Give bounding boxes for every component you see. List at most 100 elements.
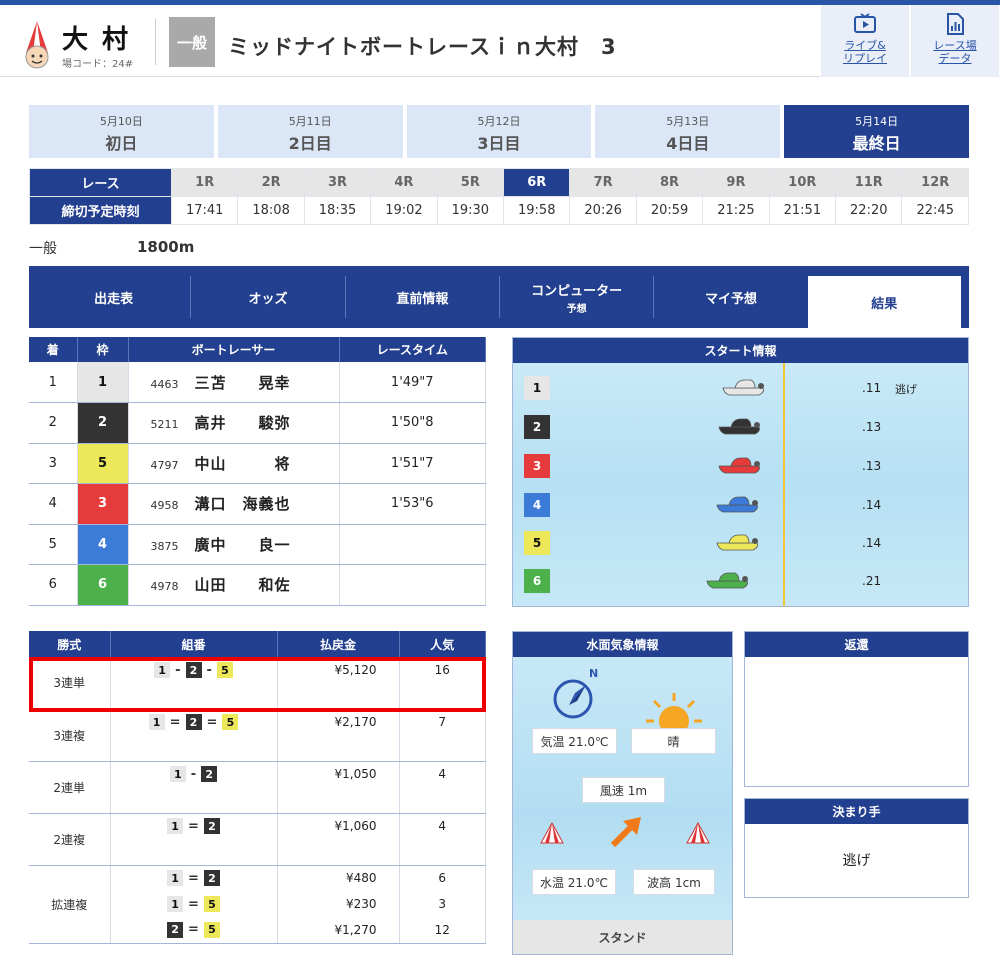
combination-cell: 2 = 5 xyxy=(110,917,278,944)
combination-cell: 1-2 xyxy=(110,761,278,787)
col-place: 着 xyxy=(29,337,78,362)
col-popularity: 人気 xyxy=(399,631,486,657)
tab-results[interactable]: 結果 xyxy=(807,276,961,328)
col-payout: 払戻金 xyxy=(277,631,400,657)
day-tab-3[interactable]: 5月12日 3日目 xyxy=(406,105,592,158)
tab-pre-race-info[interactable]: 直前情報 xyxy=(346,276,500,318)
air-temperature: 気温 21.0℃ xyxy=(532,728,617,754)
boat-icon xyxy=(722,379,764,396)
race-button-6[interactable]: 6R xyxy=(503,168,571,197)
racer-cell[interactable]: 5211 高井 駿弥 xyxy=(128,402,340,444)
highlight-box xyxy=(29,657,486,712)
race-button-5[interactable]: 5R xyxy=(436,168,505,197)
tab-entries[interactable]: 出走表 xyxy=(37,276,192,318)
live-replay-label-2: リプレイ xyxy=(843,52,887,65)
tab-label: マイ予想 xyxy=(704,291,757,307)
tab-my-prediction[interactable]: マイ予想 xyxy=(654,276,807,318)
result-row: 2 2 5211 高井 駿弥 1'50"8 xyxy=(29,402,486,444)
empty-cell xyxy=(277,735,400,762)
race-button-4[interactable]: 4R xyxy=(370,168,438,197)
race-button-10[interactable]: 10R xyxy=(768,168,837,197)
finish-place: 3 xyxy=(29,443,78,484)
live-replay-link[interactable]: ライブ& リプレイ xyxy=(820,5,909,77)
race-button-9[interactable]: 9R xyxy=(702,168,770,197)
header-divider xyxy=(155,19,156,65)
combination-cell: 1 = 2 xyxy=(110,813,278,839)
race-button-12[interactable]: 12R xyxy=(901,168,969,197)
result-row: 1 1 4463 三苫 晃幸 1'49"7 xyxy=(29,362,486,403)
race-button-11[interactable]: 11R xyxy=(835,168,903,197)
day-tab-5-active[interactable]: 5月14日 最終日 xyxy=(784,105,969,158)
racer-cell[interactable]: 4463 三苫 晃幸 xyxy=(128,362,340,403)
finish-place: 4 xyxy=(29,483,78,525)
start-timing: .13 xyxy=(862,420,882,434)
result-row: 3 5 4797 中山 将 1'51"7 xyxy=(29,443,486,484)
payout-amount: ¥2,170 xyxy=(277,709,400,735)
deadline-time: 19:30 xyxy=(436,196,505,225)
payout-row: 2連単 1-2 ¥1,050 4 xyxy=(29,761,486,814)
deadline-row-label: 締切予定時刻 xyxy=(29,196,172,225)
start-lane: 4.14 xyxy=(513,485,970,523)
combination-separator: = xyxy=(206,714,218,730)
refund-title: 返還 xyxy=(745,632,968,657)
boat-number-chip: 1 xyxy=(167,870,184,887)
deadline-time: 19:58 xyxy=(503,196,571,225)
popularity-rank: 12 xyxy=(399,917,486,944)
race-row-label: レース xyxy=(29,168,172,197)
race-button-1[interactable]: 1R xyxy=(170,168,239,197)
tab-label: オッズ xyxy=(248,291,288,307)
col-time: レースタイム xyxy=(339,337,486,362)
col-waku: 枠 xyxy=(77,337,129,362)
popularity-rank: 7 xyxy=(399,709,486,735)
payout-row: 2連複 1 = 2 ¥1,060 4 xyxy=(29,813,486,866)
combination-separator: = xyxy=(188,818,199,834)
day-tab-2[interactable]: 5月11日 2日目 xyxy=(217,105,403,158)
lane-technique: 逃げ xyxy=(895,383,917,396)
combination: 2 = 5 xyxy=(167,921,220,938)
day-tab-4[interactable]: 5月13日 4日目 xyxy=(595,105,781,158)
racer-name: 高井 駿弥 xyxy=(194,414,291,433)
weather-condition: 晴 xyxy=(631,728,716,754)
empty-cell xyxy=(110,839,278,866)
payout-row: 拡連複 1 = 2 ¥480 6 xyxy=(29,865,486,944)
racer-cell[interactable]: 3875 廣中 良一 xyxy=(128,524,340,565)
day-name: 4日目 xyxy=(666,134,710,153)
race-button-8[interactable]: 8R xyxy=(635,168,704,197)
deadline-time: 17:41 xyxy=(170,196,239,225)
live-replay-label-1: ライブ& xyxy=(844,39,886,52)
tab-computer-prediction[interactable]: コンピューター 予想 xyxy=(500,276,655,318)
combination: 1 = 2 xyxy=(167,818,220,835)
empty-cell xyxy=(110,735,278,762)
racer-name: 三苫 晃幸 xyxy=(194,373,291,392)
start-timing: .11 xyxy=(862,381,882,395)
water-surface: 1.11 逃げ 2.13 3.13 4.14 5.14 6.21 xyxy=(513,363,968,606)
racer-cell[interactable]: 4958 溝口 海義也 xyxy=(128,483,340,525)
race-info: 一般 1800m xyxy=(29,238,194,258)
tab-sublabel: 予想 xyxy=(566,303,587,315)
payout-row: 3連複 1 = 2 = 5 ¥2,170 7 xyxy=(29,709,486,762)
race-time: 1'49"7 xyxy=(339,362,486,403)
start-timing: .14 xyxy=(862,498,882,512)
race-button-7[interactable]: 7R xyxy=(569,168,637,197)
day-date: 5月13日 xyxy=(666,115,710,128)
racer-cell[interactable]: 4797 中山 将 xyxy=(128,443,340,484)
winning-technique-panel: 決まり手 逃げ xyxy=(744,798,969,898)
popularity-rank: 4 xyxy=(399,813,486,839)
waku-number: 5 xyxy=(77,443,129,484)
day-name: 初日 xyxy=(105,134,138,153)
day-tab-1[interactable]: 5月10日 初日 xyxy=(29,105,214,158)
race-button-3[interactable]: 3R xyxy=(303,168,372,197)
boat-icon xyxy=(716,534,758,551)
race-button-2[interactable]: 2R xyxy=(237,168,305,197)
day-date: 5月12日 xyxy=(477,115,521,128)
race-title: ミッドナイトボートレースｉｎ大村 3 xyxy=(228,35,617,59)
race-time: 1'50"8 xyxy=(339,402,486,444)
tab-odds[interactable]: オッズ xyxy=(191,276,346,318)
racer-cell[interactable]: 4978 山田 和佐 xyxy=(128,564,340,606)
racer-name: 溝口 海義也 xyxy=(194,495,291,514)
day-date: 5月11日 xyxy=(288,115,332,128)
document-chart-icon xyxy=(947,13,964,35)
venue-data-link[interactable]: レース場 データ xyxy=(910,5,999,77)
waku-number: 3 xyxy=(77,483,129,525)
race-time xyxy=(339,524,486,565)
